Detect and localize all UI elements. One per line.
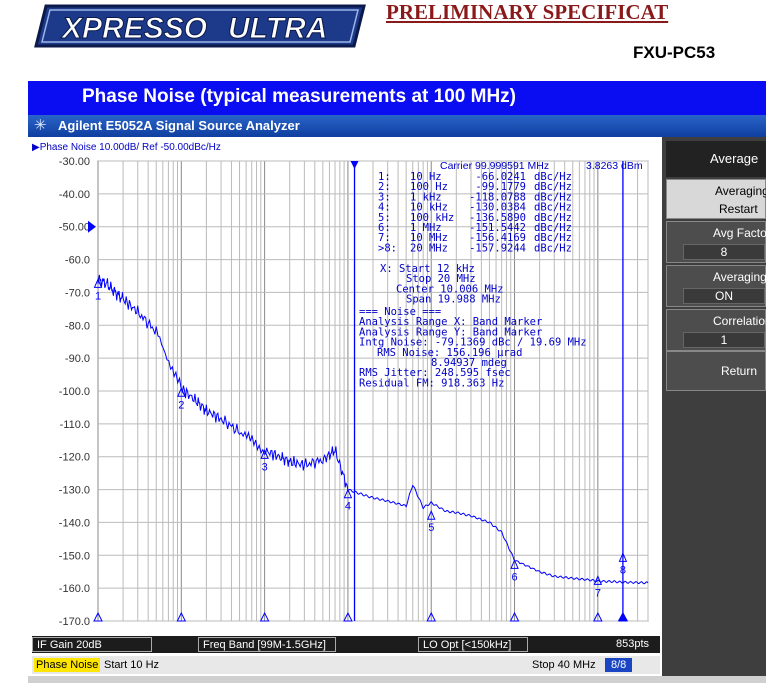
preliminary-spec-title: PRELIMINARY SPECIFICAT — [386, 0, 669, 24]
noise-readout: Residual FM: 918.363 Hz — [359, 377, 504, 389]
averaging-restart-sublabel: Restart — [719, 202, 758, 216]
correlation-button[interactable]: Correlation 1 — [666, 309, 766, 351]
softkey-header: Average — [666, 141, 766, 177]
y-tick-label: -110.0 — [60, 419, 90, 431]
y-tick-label: -80.0 — [65, 320, 90, 332]
window-titlebar: ✳ Agilent E5052A Signal Source Analyzer — [28, 115, 766, 137]
y-tick-label: -50.00 — [59, 222, 90, 234]
marker-label: 8 — [620, 564, 626, 576]
banner-title: Phase Noise (typical measurements at 100… — [82, 86, 517, 107]
freq-band-status: Freq Band [99M-1.5GHz] — [198, 637, 336, 652]
svg-text:XPRESSO: XPRESSO — [60, 12, 207, 45]
averaging-value: ON — [683, 288, 765, 304]
part-number: FXU-PC53 — [633, 43, 716, 62]
analyzer-star-icon: ✳ — [34, 117, 47, 134]
averaging-toggle-button[interactable]: Averaging ON — [666, 265, 766, 307]
marker-label: 1 — [95, 290, 101, 302]
marker-table-unit: dBc/Hz — [534, 242, 572, 254]
averaging-label: Averaging — [713, 270, 766, 284]
trace-label: ▶Phase Noise 10.00dB/ Ref -50.00dBc/Hz — [32, 142, 221, 153]
marker-label: 5 — [428, 522, 434, 534]
range-readout: Span 19.988 MHz — [406, 294, 501, 306]
marker-label: 3 — [262, 461, 268, 473]
y-tick-label: -70.0 — [65, 287, 90, 299]
avg-factor-button[interactable]: Avg Facto 8 — [666, 221, 766, 263]
marker-label: 2 — [178, 399, 184, 411]
trace-count-badge: 8/8 — [605, 658, 633, 672]
stop-freq: Stop 40 MHz — [532, 659, 596, 671]
bottom-strip — [28, 676, 766, 683]
averaging-restart-label: Averaging — [715, 184, 766, 198]
y-tick-label: -150.0 — [59, 550, 90, 562]
carrier-level-readout: 3.8263 dBm — [586, 160, 643, 172]
channel-bar: Phase Noise Start 10 Hz Stop 40 MHz 8/8 — [32, 656, 660, 674]
xpresso-ultra-logo: XPRESSO ULTRA — [34, 4, 366, 48]
correlation-label: Correlation — [713, 314, 766, 328]
y-tick-label: -120.0 — [59, 452, 90, 464]
y-tick-label: -170.0 — [59, 616, 90, 628]
points-status: 853pts — [616, 638, 650, 650]
svg-text:ULTRA: ULTRA — [228, 12, 327, 45]
y-tick-label: -90.0 — [65, 353, 90, 365]
y-tick-label: -30.00 — [59, 156, 90, 168]
marker-label: 6 — [512, 571, 518, 583]
y-tick-label: -130.0 — [59, 485, 90, 497]
phase-noise-plot: -30.00 -40.00 -50.00 -60.0 -70.0 -80.0 -90.0 -1… — [32, 142, 649, 628]
marker-table-id: >8: — [378, 242, 397, 254]
marker-label: 4 — [345, 501, 351, 513]
y-tick-label: -60.0 — [65, 255, 90, 267]
ref-level-marker — [88, 220, 96, 233]
correlation-value: 1 — [683, 332, 765, 348]
softkey-panel: Average Averaging Restart Avg Facto 8 Av… — [662, 137, 766, 676]
avg-factor-value: 8 — [683, 244, 765, 260]
start-freq: Start 10 Hz — [104, 659, 160, 671]
marker-label: 7 — [595, 587, 601, 599]
y-tick-label: -100.0 — [59, 386, 90, 398]
lo-opt-status: LO Opt [<150kHz] — [418, 637, 528, 652]
status-bar: IF Gain 20dB Freq Band [99M-1.5GHz] LO O… — [32, 636, 660, 653]
window-title: Agilent E5052A Signal Source Analyzer — [58, 118, 300, 133]
averaging-restart-button[interactable]: Averaging Restart — [666, 179, 766, 219]
return-button[interactable]: Return — [666, 351, 766, 391]
marker-table-freq: 20 MHz — [410, 242, 448, 254]
y-tick-label: -160.0 — [59, 583, 90, 595]
marker-table-value: -157.9244 — [469, 242, 526, 254]
analyzer-screen: -30.00 -40.00 -50.00 -60.0 -70.0 -80.0 -90.0 -1… — [28, 137, 662, 676]
trace-tab[interactable]: Phase Noise — [34, 658, 101, 672]
return-label: Return — [721, 364, 758, 378]
avg-factor-label: Avg Facto — [713, 226, 766, 240]
y-tick-label: -140.0 — [59, 517, 90, 529]
y-tick-label: -40.00 — [59, 189, 90, 201]
figure-banner: Phase Noise (typical measurements at 100… — [28, 81, 766, 115]
if-gain-status: IF Gain 20dB — [32, 637, 152, 652]
